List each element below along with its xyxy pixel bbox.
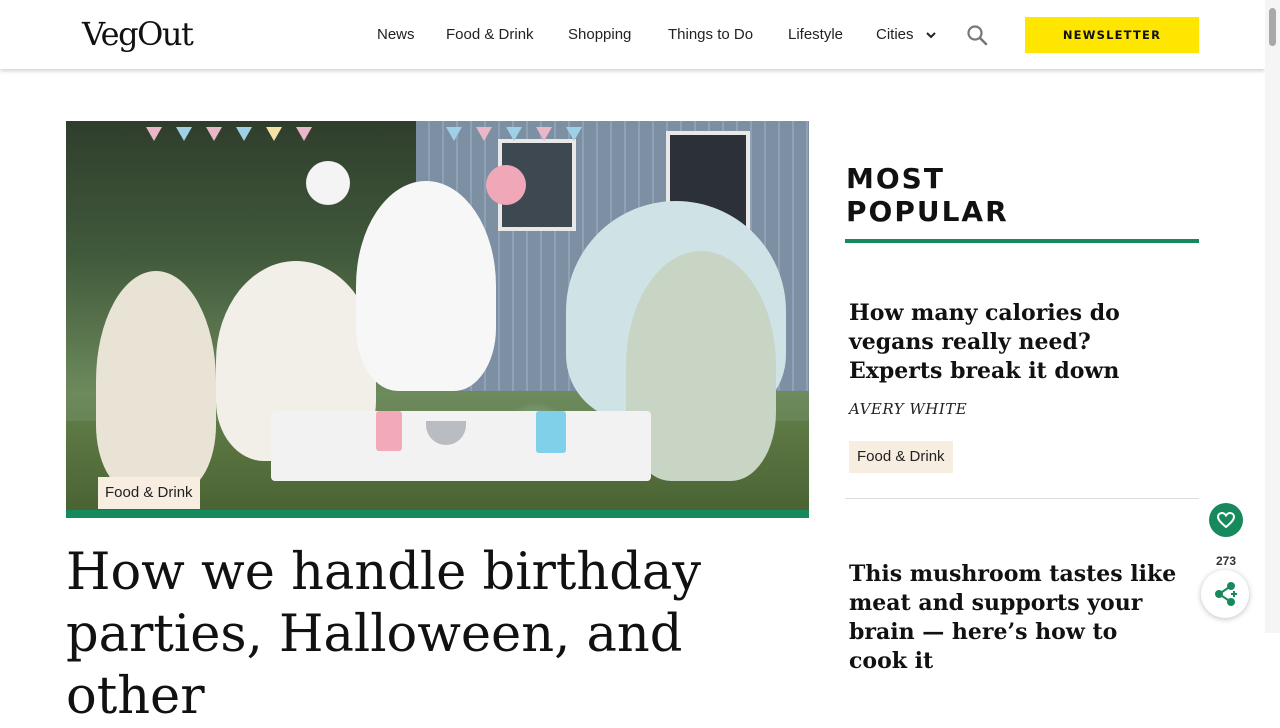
site-header: VegOut News Food & Drink Shopping Things… [0, 0, 1265, 69]
article-headline[interactable]: How we handle birthday parties, Hallowee… [66, 542, 826, 728]
bunting-flag [476, 127, 492, 141]
child-figure [96, 271, 216, 491]
pompom-decoration [486, 165, 526, 205]
bunting-flag [236, 127, 252, 141]
hero-image[interactable] [66, 121, 809, 510]
most-popular-title-text: MOST POPULAR [846, 162, 1009, 228]
most-popular-rule [845, 239, 1199, 243]
bunting-flag [176, 127, 192, 141]
bunting-flag [446, 127, 462, 141]
party-cup [376, 411, 402, 451]
chevron-down-icon[interactable] [924, 26, 938, 44]
woman-figure [356, 181, 496, 391]
bunting-flag [566, 127, 582, 141]
party-cup [536, 411, 566, 453]
popular-item-category-tag[interactable]: Food & Drink [849, 441, 953, 473]
bunting-flag [266, 127, 282, 141]
nav-lifestyle[interactable]: Lifestyle [788, 24, 843, 46]
nav-shopping[interactable]: Shopping [568, 24, 631, 46]
share-button[interactable] [1201, 570, 1249, 618]
hero-category-tag[interactable]: Food & Drink [98, 477, 200, 509]
popular-divider [845, 498, 1199, 499]
favorite-button[interactable] [1209, 503, 1243, 537]
popular-item-author[interactable]: AVERY WHITE [849, 400, 967, 418]
nav-things-to-do[interactable]: Things to Do [668, 24, 753, 46]
scrollbar-thumb[interactable] [1269, 8, 1276, 46]
nav-food-drink[interactable]: Food & Drink [446, 24, 534, 46]
search-icon[interactable] [966, 24, 988, 46]
nav-cities[interactable]: Cities [876, 24, 914, 46]
bunting-flag [536, 127, 552, 141]
popular-item-title[interactable]: This mushroom tastes like meat and suppo… [849, 560, 1179, 676]
popular-item-title[interactable]: How many calories do vegans really need?… [849, 299, 1189, 386]
pompom-decoration [306, 161, 350, 205]
bunting-flag [506, 127, 522, 141]
bunting-flag [146, 127, 162, 141]
newsletter-button[interactable]: NEWSLETTER [1025, 17, 1199, 53]
page-scrollbar[interactable] [1265, 0, 1280, 633]
bunting-flag [206, 127, 222, 141]
share-count: 273 [1215, 554, 1237, 568]
nav-news[interactable]: News [377, 24, 415, 46]
most-popular-title: MOST POPULAR [846, 162, 1086, 228]
site-logo[interactable]: VegOut [82, 14, 194, 54]
share-icon [1215, 582, 1237, 606]
hero-accent-bar [66, 510, 809, 518]
bunting-flag [296, 127, 312, 141]
heart-icon [1216, 511, 1236, 529]
